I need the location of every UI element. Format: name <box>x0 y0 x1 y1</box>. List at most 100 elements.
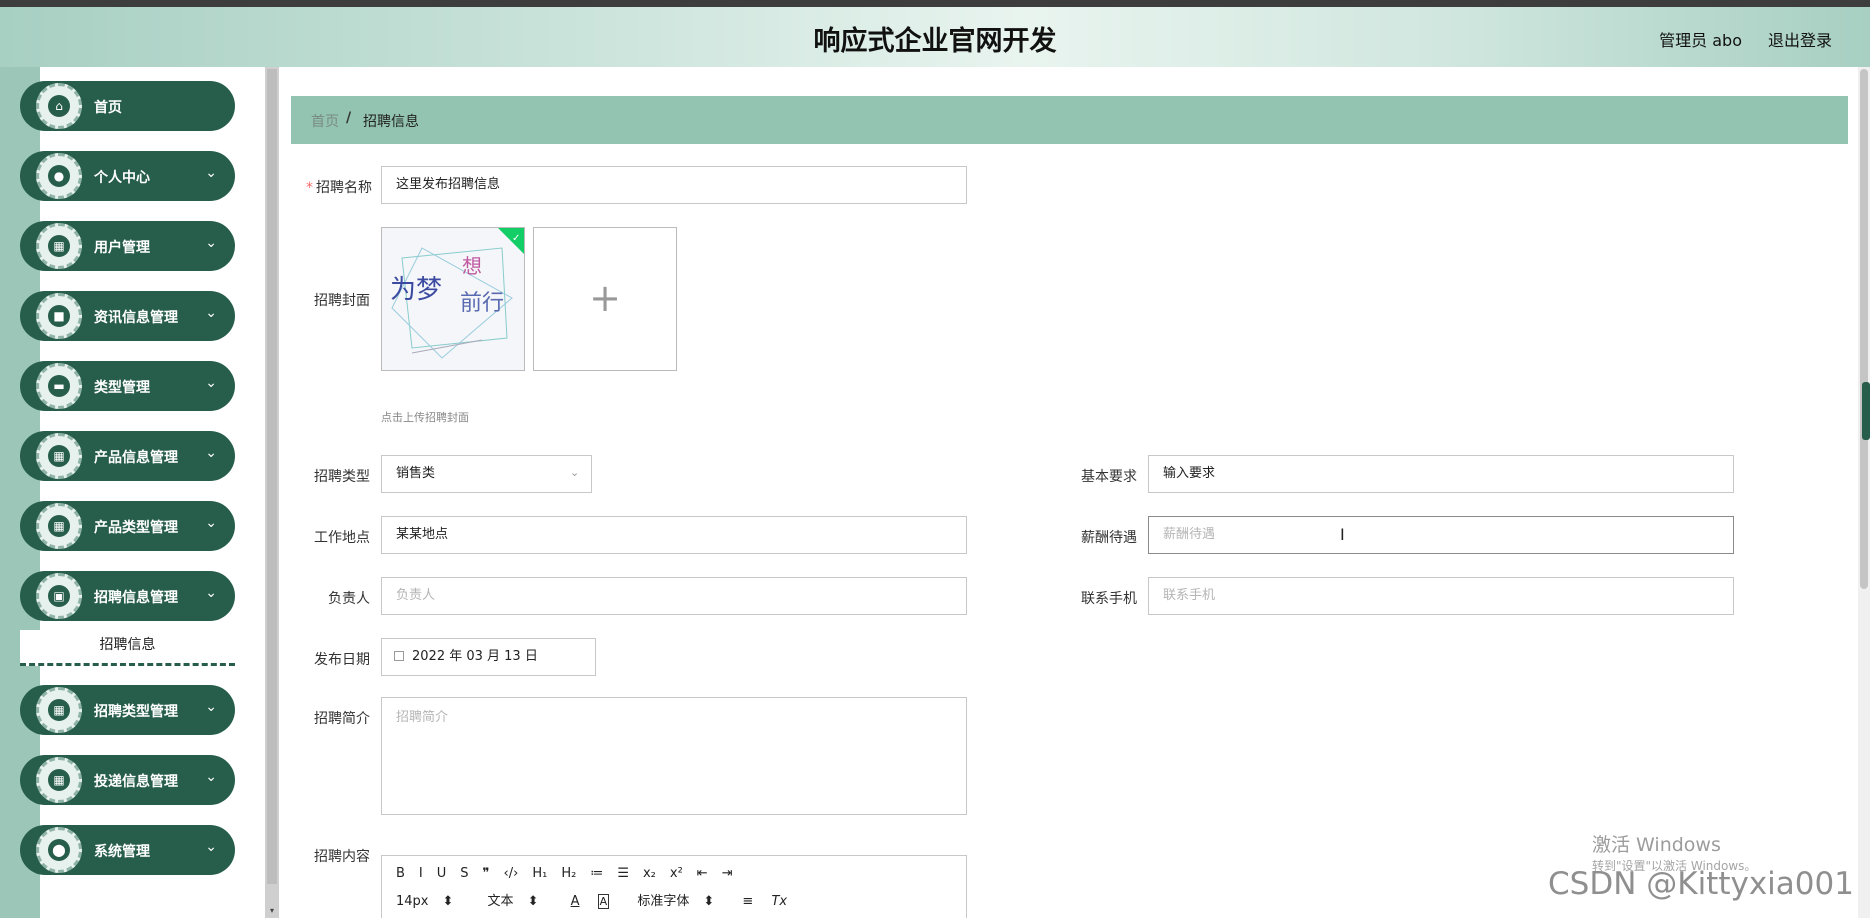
editor-toolbar-row1: B I U S ❞ ‹/› H₁ H₂ ≔ ☰ x₂ x² ⇤ ⇥ <box>396 866 747 881</box>
sidebar-item-2[interactable]: ● 个人中心 ⌄ <box>20 151 235 201</box>
subscript-icon[interactable]: x₂ <box>643 866 656 881</box>
sidebar-item-1[interactable]: ⌂ 首页 <box>20 81 235 131</box>
font-size-select[interactable]: 14px <box>396 894 429 909</box>
logout-link[interactable]: 退出登录 <box>1768 27 1832 51</box>
grid-icon: ▦ <box>48 445 70 467</box>
chevron-down-icon: ⌄ <box>205 165 217 181</box>
cover-image-art: 为梦 想 前行 ✓ <box>382 228 524 370</box>
upload-add-button[interactable]: + <box>533 227 677 371</box>
calendar-icon <box>394 651 404 661</box>
sidebar-icon-badge: ⬤ <box>36 825 82 875</box>
text-style-select[interactable]: 文本 <box>488 890 514 909</box>
align-icon[interactable]: ≡ <box>742 894 753 909</box>
cover-upload-tip: 点击上传招聘封面 <box>381 411 469 424</box>
submenu-item-recruitment-info[interactable]: 招聘信息 <box>20 630 235 666</box>
bold-icon[interactable]: B <box>396 866 405 881</box>
chevron-down-icon: ⌄ <box>205 235 217 251</box>
bullet-list-icon[interactable]: ☰ <box>617 866 629 881</box>
intro-label: 招聘简介 <box>314 711 370 727</box>
italic-icon[interactable]: I <box>419 866 423 881</box>
main-scroll-thumb[interactable] <box>1860 69 1868 589</box>
publish-date-picker[interactable]: 2022 年 03 月 13 日 <box>381 638 596 676</box>
outdent-icon[interactable]: ⇤ <box>697 866 708 881</box>
content-label: 招聘内容 <box>314 849 370 865</box>
chevron-down-icon: ⌄ <box>205 585 217 601</box>
quote-icon[interactable]: ❞ <box>483 866 490 881</box>
sidebar-scroll-thumb[interactable] <box>267 69 277 884</box>
app-header: 响应式企业官网开发 管理员 abo 退出登录 <box>0 7 1870 67</box>
clear-format-icon[interactable]: Tx <box>771 894 787 909</box>
sidebar-icon-badge: ▦ <box>36 431 82 481</box>
sidebar-icon-badge: ▦ <box>36 221 82 271</box>
windows-activation-watermark: 激活 Windows <box>1592 834 1721 856</box>
sidebar-icon-badge: ⌂ <box>36 81 82 131</box>
date-label: 发布日期 <box>314 652 370 668</box>
strike-icon[interactable]: S <box>460 866 468 881</box>
chevron-down-icon: ⌄ <box>205 375 217 391</box>
owner-label: 负责人 <box>328 591 370 607</box>
sidebar-icon-badge: ▬ <box>36 361 82 411</box>
ordered-list-icon[interactable]: ≔ <box>590 866 603 881</box>
code-icon[interactable]: ‹/› <box>504 866 519 881</box>
svg-text:✓: ✓ <box>512 233 520 244</box>
recruit-name-input[interactable]: 这里发布招聘信息 <box>381 166 967 204</box>
superscript-icon[interactable]: x² <box>670 866 683 881</box>
sidebar-item-label: 系统管理 <box>94 844 150 860</box>
owner-input[interactable]: 负责人 <box>381 577 967 615</box>
font-family-arrow-icon: ⬍ <box>703 894 715 909</box>
sidebar-scrollbar[interactable]: ▾ <box>265 67 279 918</box>
name-label-text: 招聘名称 <box>316 180 372 196</box>
phone-input[interactable]: 联系手机 <box>1148 577 1734 615</box>
sidebar-item-label: 产品类型管理 <box>94 520 178 536</box>
sidebar-item-label: 产品信息管理 <box>94 450 178 466</box>
sidebar-item-3[interactable]: ▦ 用户管理 ⌄ <box>20 221 235 271</box>
salary-input[interactable]: 薪酬待遇 <box>1148 516 1734 554</box>
publish-date-value: 2022 年 03 月 13 日 <box>412 649 538 664</box>
sidebar-item-5[interactable]: ▬ 类型管理 ⌄ <box>20 361 235 411</box>
sidebar-item-9[interactable]: ▦ 招聘类型管理 ⌄ <box>20 685 235 735</box>
background-color-icon[interactable]: A <box>597 894 610 909</box>
indent-icon[interactable]: ⇥ <box>722 866 733 881</box>
font-family-select[interactable]: 标准字体 <box>637 890 689 909</box>
monitor-icon: ▬ <box>48 375 70 397</box>
cover-text-3: 前行 <box>460 291 504 316</box>
font-color-icon[interactable]: A <box>571 894 580 909</box>
breadcrumb-separator: / <box>346 110 352 126</box>
sidebar-item-11[interactable]: ⬤ 系统管理 ⌄ <box>20 825 235 875</box>
sidebar-item-10[interactable]: ▦ 投递信息管理 ⌄ <box>20 755 235 805</box>
home-icon: ⌂ <box>48 95 70 117</box>
h1-icon[interactable]: H₁ <box>532 866 547 881</box>
user-icon: ● <box>48 165 70 187</box>
text-style-arrow-icon: ⬍ <box>527 894 539 909</box>
chevron-down-icon: ⌄ <box>205 769 217 785</box>
grid-icon: ▦ <box>48 769 70 791</box>
sidebar-item-7[interactable]: ▦ 产品类型管理 ⌄ <box>20 501 235 551</box>
location-label: 工作地点 <box>314 530 370 546</box>
sidebar-icon-badge: ▦ <box>36 755 82 805</box>
sidebar-item-label: 首页 <box>94 100 122 116</box>
grid-icon: ▦ <box>48 515 70 537</box>
scroll-down-icon[interactable]: ▾ <box>267 906 277 916</box>
grid-icon: ▦ <box>48 699 70 721</box>
sidebar-item-label: 个人中心 <box>94 170 150 186</box>
sidebar-item-label: 招聘信息管理 <box>94 590 178 606</box>
underline-icon[interactable]: U <box>437 866 447 881</box>
sidebar-item-8[interactable]: ▣ 招聘信息管理 ⌄ <box>20 571 235 621</box>
h2-icon[interactable]: H₂ <box>561 866 576 881</box>
sidebar-icon-badge: ▣ <box>36 571 82 621</box>
intro-textarea[interactable]: 招聘简介 <box>381 697 967 815</box>
cover-image[interactable]: 为梦 想 前行 ✓ <box>381 227 525 371</box>
window-top-edge <box>0 0 1870 7</box>
main-scrollbar[interactable] <box>1858 67 1870 918</box>
sidebar-item-label: 资讯信息管理 <box>94 310 178 326</box>
location-input[interactable]: 某某地点 <box>381 516 967 554</box>
recruit-type-select[interactable]: 销售类 <box>381 455 592 493</box>
requirement-input[interactable]: 输入要求 <box>1148 455 1734 493</box>
sidebar-icon-badge: ■ <box>36 291 82 341</box>
sidebar-item-6[interactable]: ▦ 产品信息管理 ⌄ <box>20 431 235 481</box>
sidebar-item-4[interactable]: ■ 资讯信息管理 ⌄ <box>20 291 235 341</box>
rich-text-editor[interactable]: B I U S ❞ ‹/› H₁ H₂ ≔ ☰ x₂ x² ⇤ ⇥ 14px ⬍ 文本 ⬍ A A 标准字体 ⬍… <box>381 855 967 918</box>
breadcrumb-home[interactable]: 首页 <box>311 111 339 131</box>
text-cursor-icon: I <box>1340 525 1345 544</box>
side-tab-handle[interactable] <box>1862 382 1870 440</box>
